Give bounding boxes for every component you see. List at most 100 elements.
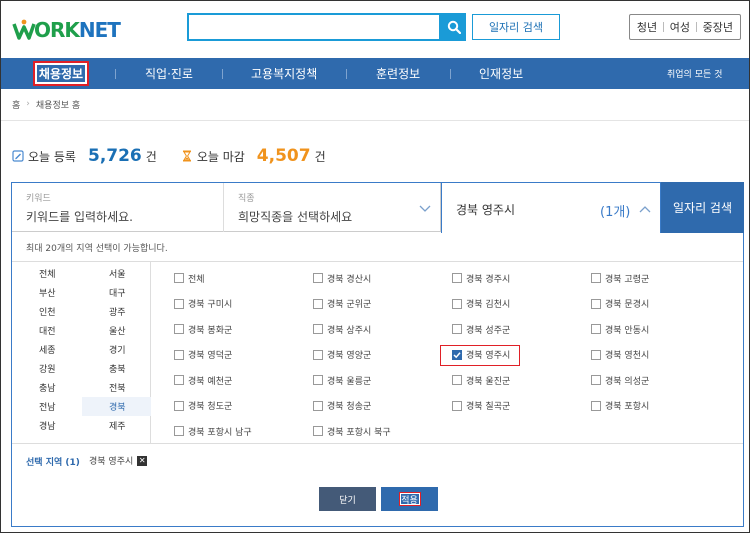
checkbox-icon[interactable] (174, 426, 184, 436)
nav-item-talent[interactable]: 인재정보 (479, 58, 523, 89)
province-item[interactable]: 대전 (12, 321, 81, 340)
checkbox-icon[interactable] (313, 273, 323, 283)
province-item[interactable]: 인천 (12, 302, 81, 321)
province-item[interactable]: 경기 (82, 340, 151, 359)
province-item[interactable]: 울산 (82, 321, 151, 340)
selected-region-tag-text: 경북 영주시 (89, 457, 134, 467)
city-checkbox-item[interactable]: 전체 (174, 270, 205, 286)
city-checkbox-item[interactable]: 경북 김천시 (452, 296, 510, 312)
keyword-input[interactable]: 키워드를 입력하세요. (26, 208, 133, 225)
checkbox-icon[interactable] (591, 349, 601, 360)
checkbox-icon[interactable] (591, 273, 601, 283)
checkbox-icon[interactable] (174, 349, 184, 360)
region-field[interactable]: 경북 영주시 (1개) (441, 182, 661, 233)
job-type-field[interactable]: 직종 희망직종을 선택하세요 (224, 183, 441, 232)
province-item[interactable]: 강원 (12, 359, 81, 378)
top-search-input[interactable] (187, 13, 441, 41)
checkbox-icon[interactable] (452, 324, 462, 334)
province-item[interactable]: 대구 (82, 283, 151, 302)
checkbox-icon[interactable] (313, 324, 323, 334)
city-checkbox-item[interactable]: 경북 의성군 (591, 372, 649, 388)
region-limit-notice: 최대 20개의 지역 선택이 가능합니다. (26, 244, 168, 254)
remove-tag-icon[interactable]: ✕ (137, 455, 148, 466)
checkbox-icon[interactable] (452, 273, 462, 283)
city-checkbox-item[interactable]: 경북 영양군 (313, 347, 371, 363)
checkbox-icon[interactable] (174, 400, 184, 411)
province-item[interactable]: 충북 (82, 359, 151, 378)
city-checkbox-item[interactable]: 경북 울진군 (452, 372, 510, 388)
city-checkbox-item[interactable]: 경북 군위군 (313, 296, 371, 312)
checkbox-icon[interactable] (452, 375, 462, 385)
checkbox-icon[interactable] (591, 400, 601, 411)
province-item[interactable]: 충남 (12, 378, 81, 397)
province-item[interactable]: 전북 (82, 378, 151, 397)
province-item[interactable]: 전체 (12, 264, 81, 283)
city-checkbox-item[interactable]: 경북 청송군 (313, 398, 371, 414)
nav-item-career[interactable]: 직업·진로 (145, 58, 193, 89)
checkbox-icon[interactable] (313, 298, 323, 309)
checkbox-icon[interactable] (313, 375, 323, 385)
city-checkbox-item[interactable]: 경북 봉화군 (174, 321, 232, 337)
province-item[interactable]: 경남 (12, 416, 81, 435)
checkbox-icon[interactable] (174, 273, 184, 283)
city-checkbox-item[interactable]: 경북 울릉군 (313, 372, 371, 388)
segment-middle-aged[interactable]: 중장년 (703, 19, 733, 35)
region-apply-button[interactable]: 적용 (381, 487, 438, 511)
selected-region-tag: 경북 영주시 ✕ (89, 454, 148, 467)
checkbox-icon[interactable] (452, 400, 462, 411)
checkbox-icon[interactable] (313, 400, 323, 411)
main-nav: 채용정보 직업·진로 고용복지정책 훈련정보 인재정보 취업의 모든 것 (0, 58, 750, 89)
city-label: 경북 군위군 (327, 300, 372, 310)
checkbox-icon[interactable] (591, 375, 601, 385)
city-checkbox-item[interactable]: 경북 상주시 (313, 321, 371, 337)
breadcrumb-home[interactable]: 홈 (12, 98, 20, 111)
checkbox-icon[interactable] (313, 426, 323, 436)
checkbox-icon[interactable] (452, 298, 462, 309)
region-selected-count: (1개) (600, 205, 631, 220)
worknet-logo[interactable]: ORKNET (12, 17, 121, 43)
segment-women[interactable]: 여성 (670, 19, 690, 35)
city-checkbox-item[interactable]: 경북 포항시 (591, 398, 649, 414)
city-checkbox-item[interactable]: 경북 경산시 (313, 270, 371, 286)
checkbox-icon[interactable] (174, 324, 184, 334)
today-closing-unit: 건 (314, 149, 326, 164)
city-checkbox-item[interactable]: 경북 경주시 (452, 270, 510, 286)
nav-item-welfare-policy[interactable]: 고용복지정책 (251, 58, 317, 89)
segment-youth[interactable]: 청년 (637, 19, 657, 35)
city-checkbox-item[interactable]: 경북 구미시 (174, 296, 232, 312)
city-checkbox-item[interactable]: 경북 문경시 (591, 296, 649, 312)
city-checkbox-item[interactable]: 경북 안동시 (591, 321, 649, 337)
keyword-field[interactable]: 키워드 키워드를 입력하세요. (12, 183, 224, 232)
province-item[interactable]: 부산 (12, 283, 81, 302)
city-checkbox-item[interactable]: 경북 성주군 (452, 321, 510, 337)
region-close-button[interactable]: 닫기 (319, 487, 376, 511)
nav-all-services[interactable]: 취업의 모든 것 (667, 58, 722, 89)
city-checkbox-item[interactable]: 경북 청도군 (174, 398, 232, 414)
city-checkbox-item[interactable]: 경북 영천시 (591, 347, 649, 363)
city-checkbox-item[interactable]: 경북 칠곡군 (452, 398, 510, 414)
city-checkbox-item[interactable]: 경북 영덕군 (174, 347, 232, 363)
province-item[interactable]: 경북 (82, 397, 151, 416)
checkbox-icon[interactable] (591, 298, 601, 309)
chevron-up-icon[interactable] (639, 205, 651, 213)
province-item[interactable]: 세종 (12, 340, 81, 359)
city-checkbox-item[interactable]: 경북 고령군 (591, 270, 649, 286)
city-checkbox-item[interactable]: 경북 포항시 북구 (313, 423, 391, 439)
checkbox-icon[interactable] (591, 324, 601, 334)
nav-item-recruit-info[interactable]: 채용정보 (33, 58, 89, 89)
province-item[interactable]: 광주 (82, 302, 151, 321)
province-item[interactable]: 서울 (82, 264, 151, 283)
checkbox-icon[interactable] (174, 298, 184, 309)
checkbox-icon[interactable] (313, 349, 323, 360)
search-icon-button[interactable] (441, 13, 466, 41)
top-job-search-button[interactable]: 일자리 검색 (472, 14, 560, 40)
job-search-submit-button[interactable]: 일자리 검색 (661, 182, 744, 233)
city-checkbox-item[interactable]: 경북 포항시 남구 (174, 423, 252, 439)
checkbox-icon[interactable] (174, 375, 184, 385)
job-type-select[interactable]: 희망직종을 선택하세요 (238, 208, 352, 225)
nav-item-training[interactable]: 훈련정보 (376, 58, 420, 89)
city-checkbox-item[interactable]: 경북 예천군 (174, 372, 232, 388)
nav-divider (115, 69, 116, 79)
province-item[interactable]: 제주 (82, 416, 151, 435)
province-item[interactable]: 전남 (12, 397, 81, 416)
